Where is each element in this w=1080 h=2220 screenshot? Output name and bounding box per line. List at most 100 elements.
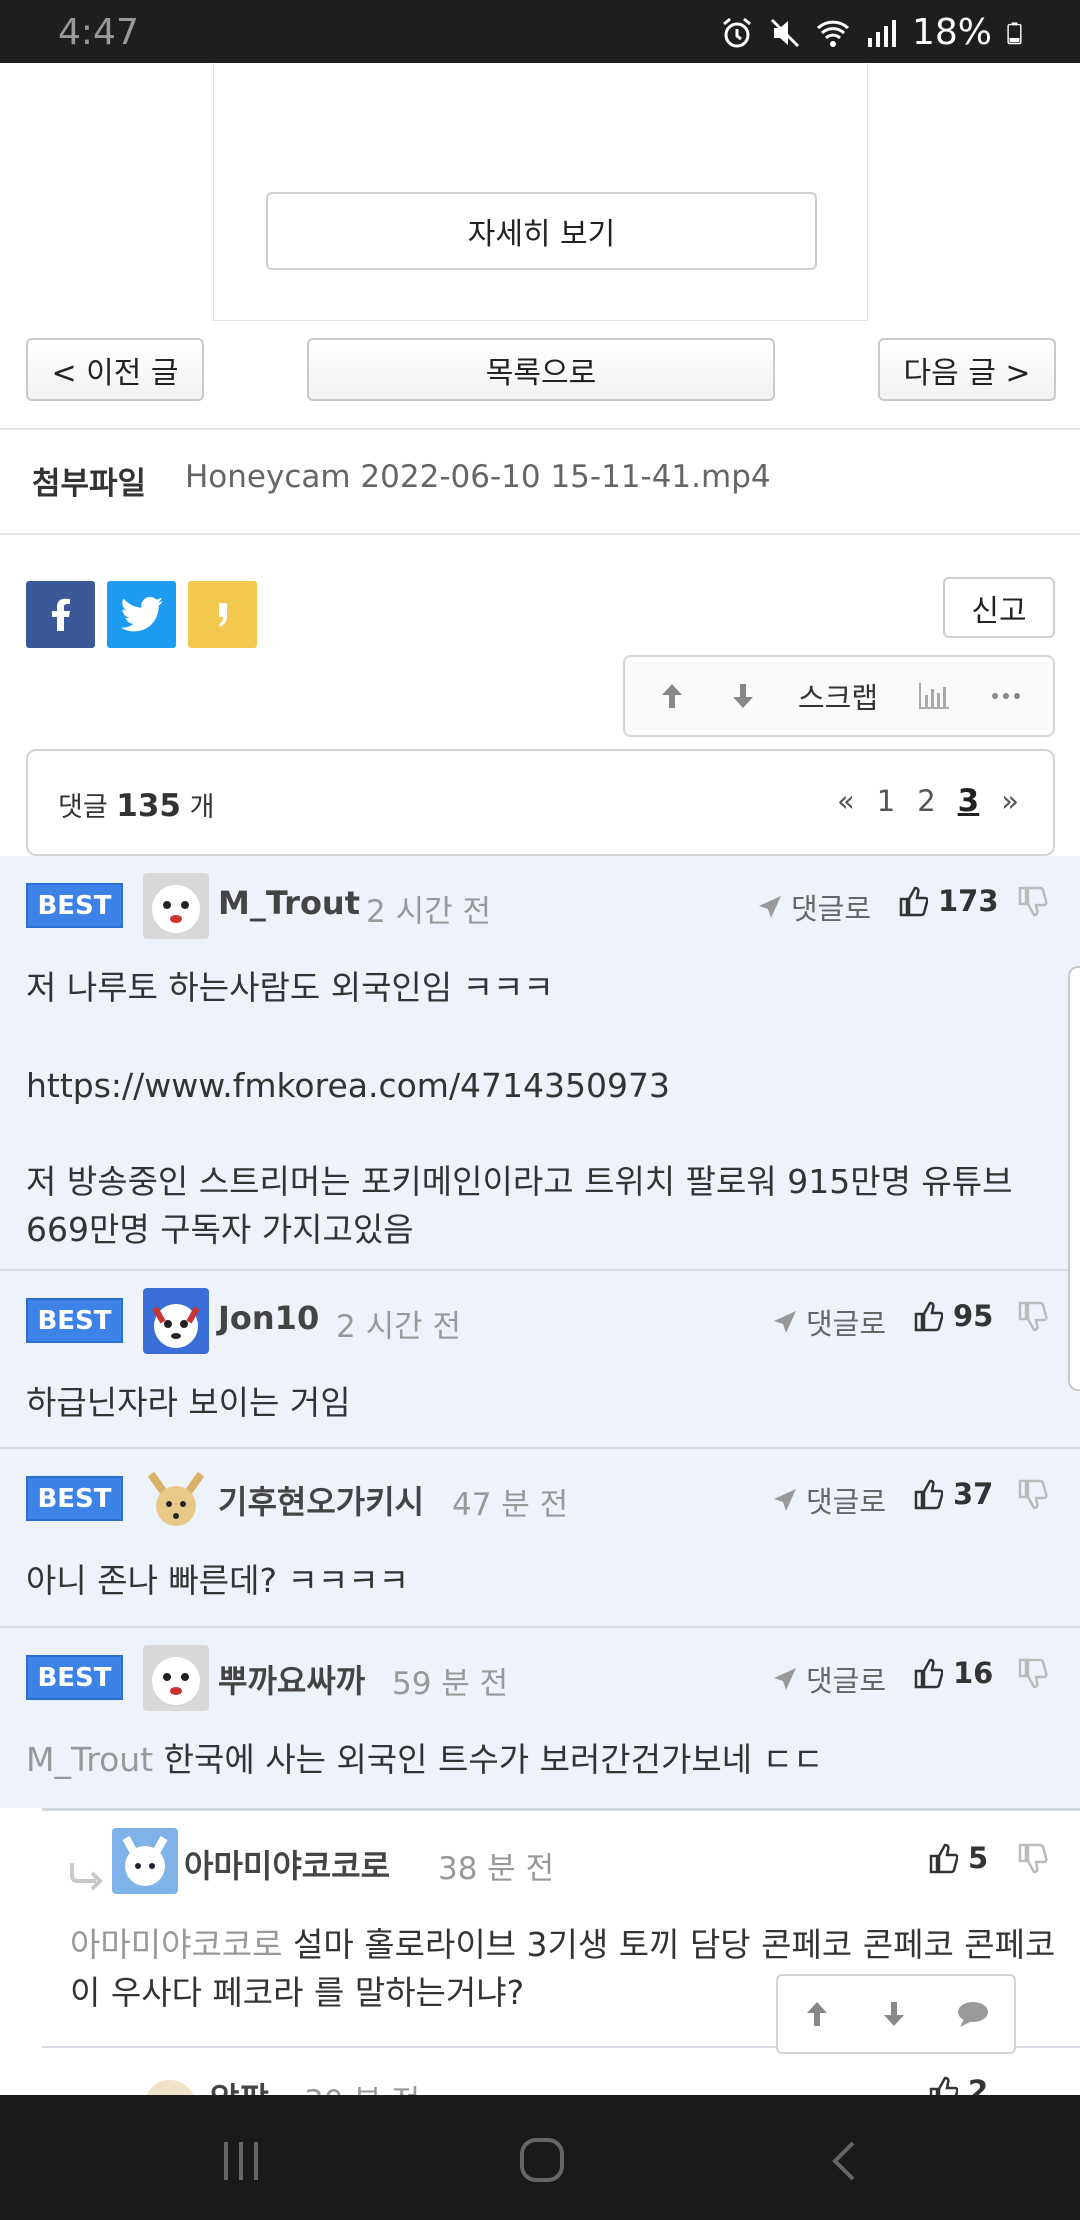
thumbs-up-icon: [929, 2076, 958, 2095]
comment-item: BEST 기후현오가키시 47 분 전 댓글로 37 아니 존나 빠른데? ㅋㅋ…: [0, 1449, 1080, 1628]
thumbs-up-icon: [929, 1843, 958, 1874]
prev-post-button[interactable]: < 이전 글: [26, 338, 204, 401]
avatar[interactable]: [143, 1466, 209, 1532]
thumbs-up-icon: [914, 1658, 943, 1689]
kakao-icon: [218, 602, 227, 627]
downvote-icon[interactable]: [727, 680, 759, 712]
status-icons: 18%: [720, 12, 1030, 53]
comment-body-line: 하급닌자라 보이는 거임: [26, 1383, 351, 1422]
next-post-button[interactable]: 다음 글 >: [878, 338, 1056, 401]
reply-username[interactable]: 아마미야코코로: [184, 1841, 390, 1887]
comment-body-text: 한국에 사는 외국인 트수가 보러간건가보네 ㄷㄷ: [163, 1740, 824, 1779]
thumbs-down-icon[interactable]: [1016, 1301, 1048, 1333]
mention[interactable]: M_Trout: [26, 1740, 153, 1779]
thumbs-down-icon[interactable]: [1016, 886, 1048, 918]
comment-body-line: 저 나루토 하는사람도 외국인임 ㅋㅋㅋ: [26, 968, 554, 1007]
reply-time: 38 분 전: [438, 1851, 555, 1887]
like-button[interactable]: 173: [898, 884, 999, 918]
comment-time: 2 시간 전: [336, 1309, 461, 1345]
view-more-button[interactable]: 자세히 보기: [266, 192, 817, 270]
thumbs-up-icon: [914, 1479, 943, 1510]
comment-count: 댓글 135 개: [58, 785, 214, 824]
thumbs-down-icon[interactable]: [1016, 1479, 1048, 1511]
twitter-icon: [120, 596, 163, 631]
comment-icon[interactable]: [956, 1999, 990, 2029]
page-first[interactable]: «: [837, 784, 855, 818]
avatar[interactable]: [137, 2073, 203, 2095]
comment-pagination: « 1 2 3 »: [837, 783, 1019, 819]
comment-body-line: 저 방송중인 스트리머는 포키메인이라고 트위치 팔로워 915만명 유튜브 6…: [26, 1162, 1013, 1249]
mention[interactable]: 아마미야코코로: [70, 1925, 283, 1964]
list-button[interactable]: 목록으로: [307, 338, 775, 401]
report-button[interactable]: 신고: [943, 577, 1055, 638]
comment-time: 2 시간 전: [366, 894, 491, 930]
reply-button[interactable]: 댓글로: [772, 1301, 886, 1343]
battery-percent: 18%: [911, 12, 992, 53]
like-button[interactable]: 2: [928, 2074, 988, 2095]
back-icon[interactable]: [829, 2140, 859, 2182]
avatar[interactable]: [143, 1645, 209, 1711]
like-count: 37: [953, 1477, 994, 1511]
reply-label: 댓글로: [806, 1664, 887, 1698]
twitter-share-button[interactable]: [107, 581, 176, 648]
best-badge: BEST: [26, 1298, 123, 1343]
upvote-icon[interactable]: [656, 680, 688, 712]
comment-time: 47 분 전: [452, 1487, 569, 1523]
reply-button[interactable]: 댓글로: [772, 1479, 886, 1521]
facebook-icon: [51, 598, 70, 631]
like-button[interactable]: 5: [928, 1841, 988, 1875]
avatar[interactable]: [112, 1828, 178, 1894]
mute-icon: [770, 18, 800, 47]
scroll-handle[interactable]: [1068, 966, 1080, 1391]
send-icon: [774, 1489, 796, 1511]
reply-button[interactable]: 댓글로: [757, 886, 871, 928]
comment-count-unit: 개: [189, 792, 215, 823]
post-toolbar: 스크랩: [623, 655, 1055, 737]
stats-icon[interactable]: [917, 681, 951, 711]
page-1[interactable]: 1: [877, 784, 895, 818]
comment-username[interactable]: 뿌까요싸까: [218, 1656, 365, 1702]
best-badge: BEST: [26, 883, 123, 928]
home-icon[interactable]: [519, 2137, 565, 2183]
avatar[interactable]: [143, 873, 209, 939]
reply-time: 30 분 전: [304, 2076, 420, 2095]
like-button[interactable]: 16: [913, 1656, 993, 1690]
attachment-file-link[interactable]: Honeycam 2022-06-10 15-11-41.mp4: [185, 459, 771, 495]
page-last[interactable]: »: [1001, 784, 1019, 818]
like-count: 173: [938, 884, 999, 918]
thumbs-down-icon[interactable]: [1016, 1843, 1048, 1875]
best-badge: BEST: [26, 1476, 123, 1521]
comment-username[interactable]: M_Trout: [218, 884, 360, 922]
more-icon[interactable]: [990, 691, 1022, 701]
alarm-icon: [723, 17, 751, 47]
best-badge: BEST: [26, 1655, 123, 1700]
send-icon: [759, 896, 781, 918]
comment-count-bar: 댓글 135 개 « 1 2 3 »: [26, 749, 1055, 856]
like-button[interactable]: 95: [913, 1299, 993, 1333]
reply-label: 댓글로: [791, 892, 872, 926]
reply-button[interactable]: 댓글로: [772, 1658, 886, 1700]
reply-label: 댓글로: [806, 1307, 887, 1341]
thumbs-down-icon[interactable]: [1016, 1658, 1048, 1690]
scrap-button[interactable]: 스크랩: [798, 675, 878, 717]
avatar[interactable]: [143, 1288, 209, 1354]
like-count: 95: [953, 1299, 994, 1333]
system-nav-bar: [0, 2095, 1080, 2220]
kakao-share-button[interactable]: [188, 581, 257, 648]
facebook-share-button[interactable]: [26, 581, 95, 648]
page-2[interactable]: 2: [917, 784, 935, 818]
comment-username[interactable]: 기후현오가키시: [218, 1477, 424, 1523]
comment-time: 59 분 전: [392, 1666, 509, 1702]
signal-icon: [867, 19, 896, 47]
comment-username[interactable]: Jon10: [218, 1299, 319, 1337]
wifi-icon: [816, 20, 850, 47]
scroll-down-icon[interactable]: [879, 1999, 909, 2029]
page-3-current[interactable]: 3: [958, 783, 980, 819]
attachment-label: 첨부파일: [32, 466, 147, 502]
scroll-up-icon[interactable]: [802, 1999, 832, 2029]
recents-icon[interactable]: [221, 2140, 261, 2182]
comment-body-line: 아니 존나 빠른데? ㅋㅋㅋㅋ: [26, 1561, 409, 1600]
comment-link[interactable]: https://www.fmkorea.com/4714350973: [26, 1062, 1046, 1110]
reply-username[interactable]: 앙팡: [210, 2074, 269, 2095]
like-button[interactable]: 37: [913, 1477, 993, 1511]
